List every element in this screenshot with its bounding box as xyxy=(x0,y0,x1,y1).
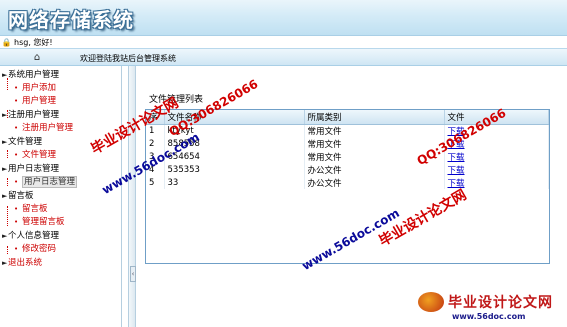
sidebar-item-file-manage[interactable]: • 文件管理 xyxy=(14,149,56,161)
sidebar-item-registered-user-manage[interactable]: • 注册用户管理 xyxy=(14,122,73,134)
brand-url: www.56doc.com xyxy=(452,312,526,321)
download-link[interactable]: 下载 xyxy=(444,163,549,176)
sidebar-item-guestbook-manage[interactable]: • 管理留言板 xyxy=(14,216,65,228)
row-category: 常用文件 xyxy=(304,137,445,150)
header-banner: 网络存储系统 xyxy=(0,0,567,36)
row-category: 办公文件 xyxy=(304,176,445,189)
sidebar-item-logout[interactable]: ►退出系统 xyxy=(2,257,42,269)
brand-name: 毕业设计论文网 xyxy=(448,295,553,311)
table-row[interactable]: 4 535353 办公文件 下载 xyxy=(146,163,549,176)
user-bar: 🔒 hsg, 您好! xyxy=(0,36,567,48)
tree-node-icon: • xyxy=(14,151,19,159)
download-link[interactable]: 下载 xyxy=(444,150,549,163)
tree-node-icon: • xyxy=(14,84,19,92)
sidebar-splitter[interactable]: ‹ xyxy=(128,66,136,327)
sidebar-item-change-password[interactable]: • 修改密码 xyxy=(14,243,56,255)
tree-connector xyxy=(7,150,8,158)
sidebar-item-user-log-manage[interactable]: • 用户日志管理 xyxy=(14,176,78,188)
tree-node-icon: • xyxy=(14,97,19,105)
nav-bar: ⌂ 欢迎登陆我站后台管理系统 xyxy=(0,48,567,66)
sidebar-item-guestbook-view[interactable]: • 留言板 xyxy=(14,203,48,215)
sidebar-item-system-users[interactable]: ►系统用户管理 xyxy=(2,69,59,81)
tree-node-icon: • xyxy=(14,218,19,226)
table-row[interactable]: 3 654654 常用文件 下载 xyxy=(146,150,549,163)
sidebar-item-registered-users[interactable]: ►注册用户管理 xyxy=(2,109,59,121)
tree-connector xyxy=(7,206,8,226)
app-title: 网络存储系统 xyxy=(8,8,134,32)
collapse-arrow-icon[interactable]: ‹ xyxy=(130,266,136,282)
sidebar-item-add-user[interactable]: • 用户添加 xyxy=(14,82,56,94)
sidebar-item-files[interactable]: ►文件管理 xyxy=(2,136,42,148)
table-row[interactable]: 5 33 办公文件 下载 xyxy=(146,176,549,189)
home-icon[interactable]: ⌂ xyxy=(30,51,44,64)
row-id: 5 xyxy=(146,176,165,189)
sidebar-item-user-logs[interactable]: ►用户日志管理 xyxy=(2,163,59,175)
sidebar-item-user-manage[interactable]: • 用户管理 xyxy=(14,95,56,107)
user-greeting: hsg, 您好! xyxy=(14,37,53,47)
sidebar-item-guestbook[interactable]: ►留言板 xyxy=(2,190,34,202)
row-file-name: 654654 xyxy=(164,150,305,163)
welcome-text: 欢迎登陆我站后台管理系统 xyxy=(80,54,176,63)
sidebar-item-profile[interactable]: ►个人信息管理 xyxy=(2,230,59,242)
lock-icon: 🔒 xyxy=(1,37,12,47)
tree-connector xyxy=(7,246,8,254)
brand-logo xyxy=(418,292,444,312)
tree-connector xyxy=(7,178,8,186)
row-category: 常用文件 xyxy=(304,124,445,137)
tree-node-icon: • xyxy=(14,124,19,132)
table-row[interactable]: 2 858558 常用文件 下载 xyxy=(146,137,549,150)
main-content: 文件管理列表 序 文件名称 所属类别 文件 1 ktykyt 常用文件 下载 2… xyxy=(137,66,567,327)
row-file-name: 33 xyxy=(164,176,305,189)
tree-node-icon: • xyxy=(14,245,19,253)
tree-node-icon: • xyxy=(14,205,19,213)
tree-node-icon: • xyxy=(14,178,19,186)
row-file-name: 535353 xyxy=(164,163,305,176)
column-header[interactable]: 所属类别 xyxy=(304,110,445,125)
sidebar-tree: ►系统用户管理 • 用户添加 • 用户管理 ►注册用户管理 • 注册用户管理 ►文件管… xyxy=(0,66,122,327)
